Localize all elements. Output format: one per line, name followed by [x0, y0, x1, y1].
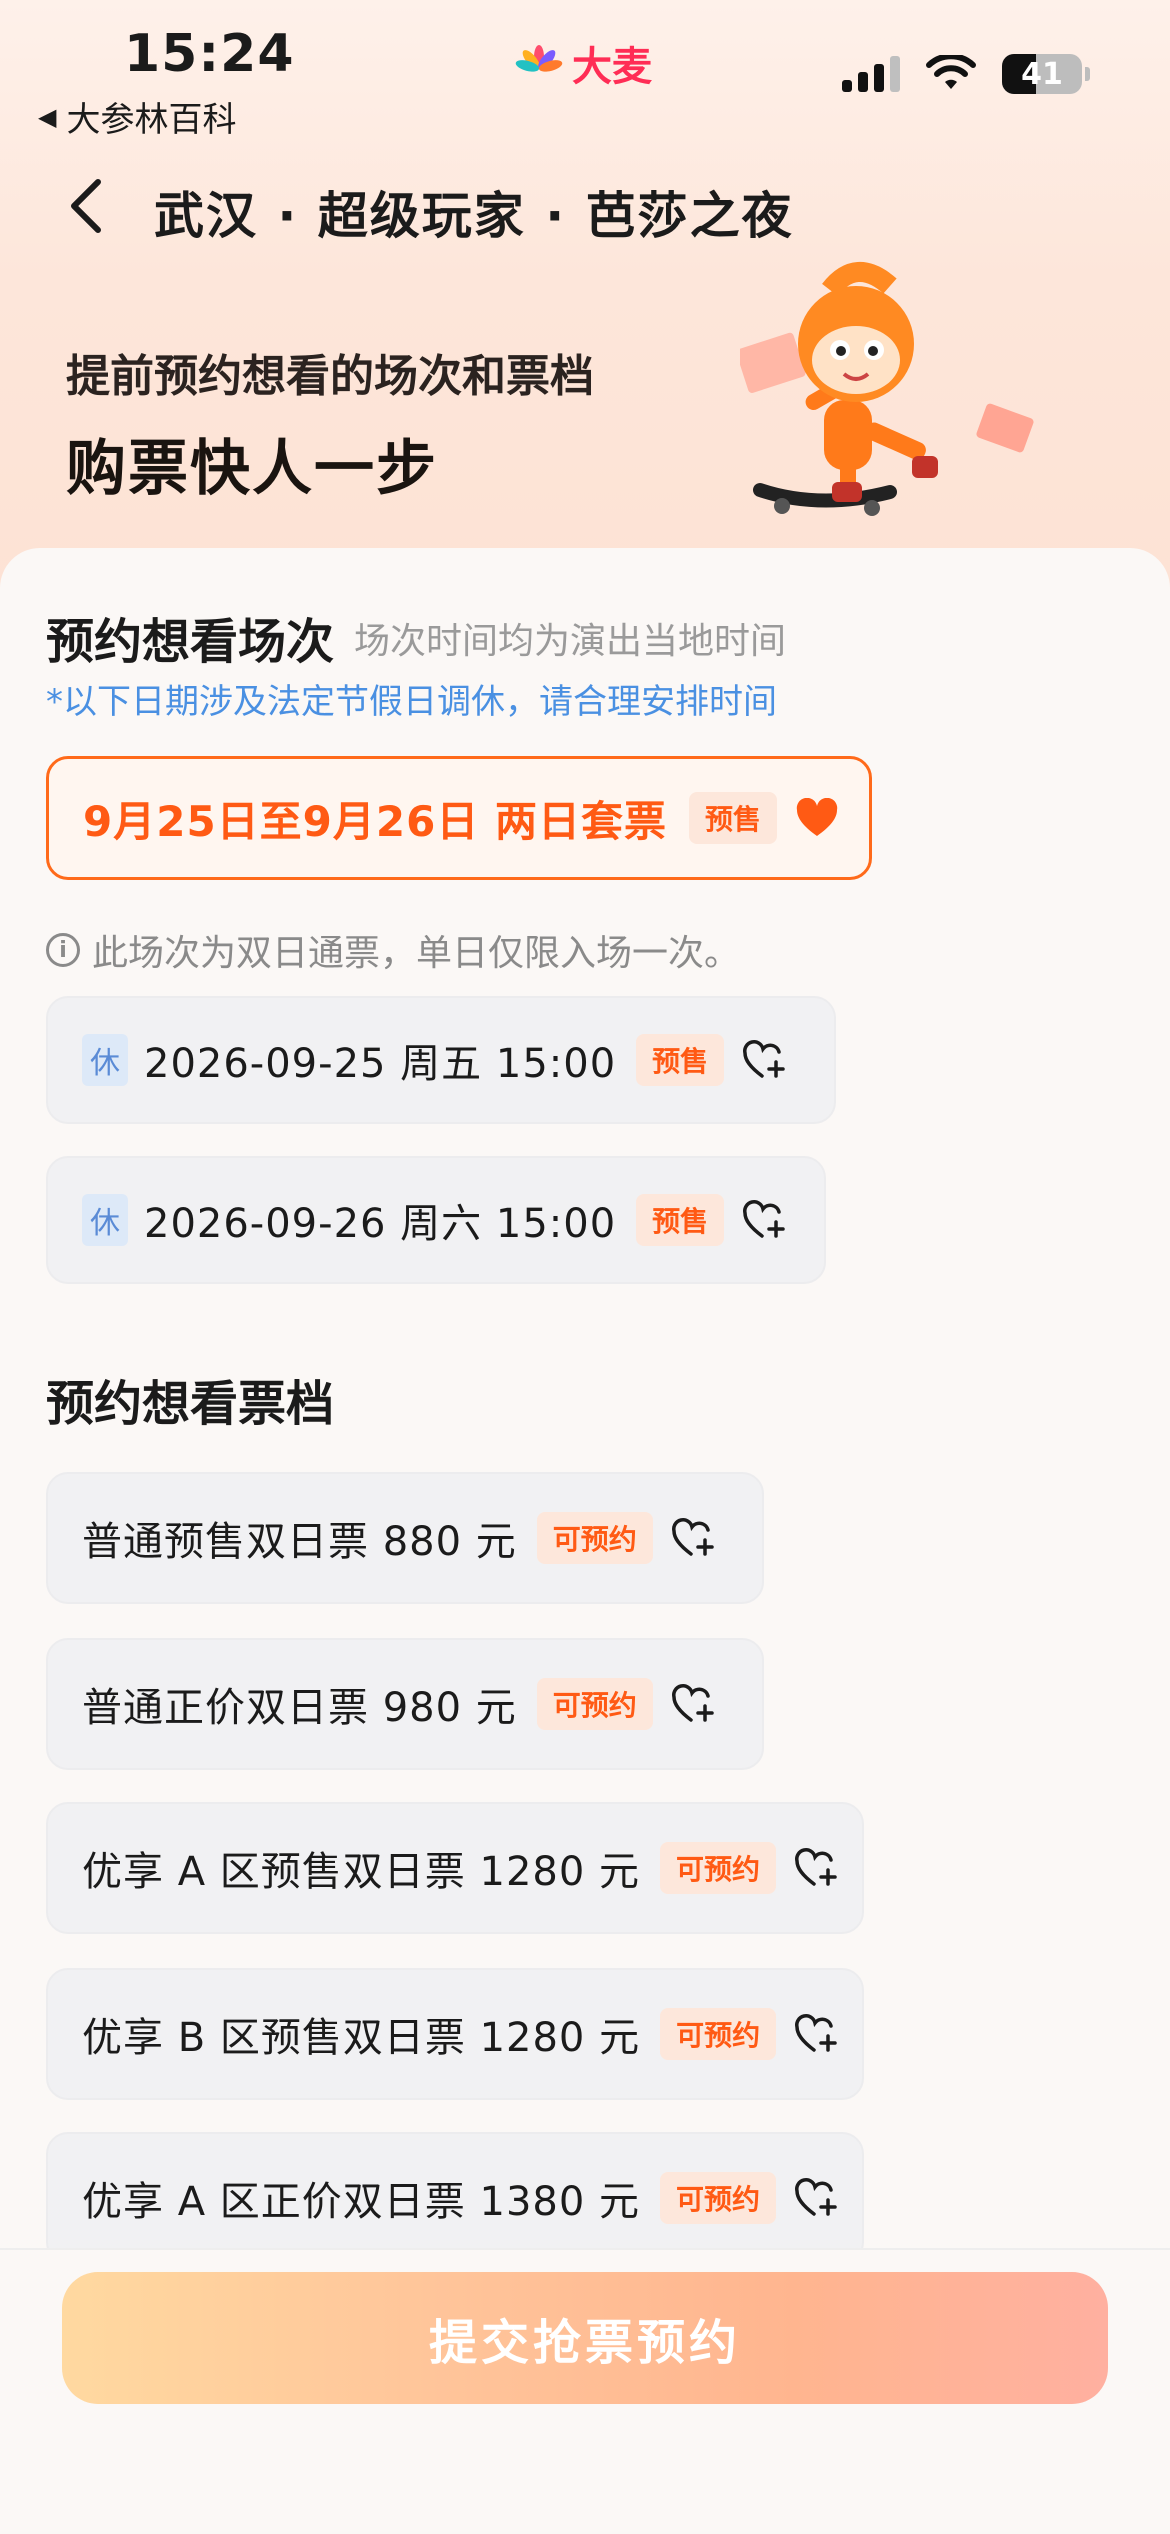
presale-badge: 预售 — [688, 792, 777, 844]
reservable-badge: 可预约 — [536, 1512, 653, 1564]
ticket-label: 普通正价双日票 980 元 — [82, 1685, 517, 1731]
ticket-option[interactable]: 优享 A 区预售双日票 1280 元 可预约 — [46, 1802, 864, 1934]
wifi-icon — [926, 55, 976, 89]
promo-subtitle: 提前预约想看的场次和票档 — [66, 351, 594, 402]
status-indicators: 41 — [842, 54, 1090, 94]
session-option[interactable]: 休 2026-09-25 周五 15:00 预售 — [46, 996, 836, 1124]
presale-badge: 预售 — [636, 1194, 725, 1246]
ticket-option[interactable]: 优享 A 区正价双日票 1380 元 可预约 — [46, 2132, 864, 2264]
heart-plus-icon[interactable] — [742, 1040, 788, 1080]
reservable-badge: 可预约 — [660, 1842, 777, 1894]
battery-level: 41 — [1021, 56, 1063, 92]
back-to-app[interactable]: ◀ 大参林百科 — [38, 92, 236, 141]
status-time: 15:24 — [124, 24, 295, 84]
back-button[interactable] — [56, 176, 116, 236]
reservable-badge: 可预约 — [660, 2008, 777, 2060]
heart-plus-icon[interactable] — [794, 1848, 840, 1888]
page-title: 武汉 · 超级玩家 · 芭莎之夜 — [154, 187, 794, 245]
holiday-note: *以下日期涉及法定节假日调休，请合理安排时间 — [46, 682, 777, 722]
session-section-title: 预约想看场次 — [46, 614, 335, 670]
ticket-label: 优享 A 区正价双日票 1380 元 — [82, 2179, 641, 2225]
heart-plus-icon[interactable] — [794, 2178, 840, 2218]
ticket-option[interactable]: 普通正价双日票 980 元 可预约 — [46, 1638, 764, 1770]
heart-plus-icon[interactable] — [671, 1684, 717, 1724]
ticket-label: 优享 A 区预售双日票 1280 元 — [82, 1849, 641, 1895]
battery-icon: 41 — [1002, 54, 1082, 94]
ticket-option[interactable]: 优享 B 区预售双日票 1280 元 可预约 — [46, 1968, 864, 2100]
info-note-text: 此场次为双日通票，单日仅限入场一次。 — [92, 933, 741, 974]
heart-plus-icon[interactable] — [742, 1200, 788, 1240]
ticket-label: 普通预售双日票 880 元 — [82, 1519, 517, 1565]
brand-name: 大麦 — [572, 44, 652, 90]
presale-badge: 预售 — [636, 1034, 725, 1086]
session-section-subtitle: 场次时间均为演出当地时间 — [354, 621, 787, 662]
promo-headline: 购票快人一步 — [66, 434, 438, 504]
holiday-tag: 休 — [82, 1194, 128, 1246]
chevron-left-icon — [71, 179, 101, 233]
ticket-option[interactable]: 普通预售双日票 880 元 可预约 — [46, 1472, 764, 1604]
info-icon: i — [46, 933, 80, 967]
session-label: 2026-09-25 周五 15:00 — [144, 1041, 617, 1087]
holiday-tag: 休 — [82, 1034, 128, 1086]
heart-filled-icon[interactable] — [795, 798, 839, 838]
heart-plus-icon[interactable] — [794, 2014, 840, 2054]
ticket-label: 优享 B 区预售双日票 1280 元 — [82, 2015, 641, 2061]
heart-plus-icon[interactable] — [671, 1518, 717, 1558]
submit-label: 提交抢票预约 — [428, 2315, 741, 2371]
brand-logo: 大麦 — [514, 34, 652, 92]
reservable-badge: 可预约 — [536, 1678, 653, 1730]
session-option[interactable]: 休 2026-09-26 周六 15:00 预售 — [46, 1156, 826, 1284]
package-label: 9月25日至9月26日 两日套票 — [83, 796, 667, 846]
cellular-signal-icon — [842, 56, 900, 92]
flower-logo-icon — [515, 45, 563, 72]
package-option-selected[interactable]: 9月25日至9月26日 两日套票 预售 — [46, 756, 872, 880]
ticket-section-title: 预约想看票档 — [46, 1376, 335, 1432]
info-note: i 此场次为双日通票，单日仅限入场一次。 — [46, 924, 740, 976]
submit-reservation-button[interactable]: 提交抢票预约 — [62, 2272, 1108, 2404]
back-app-label: 大参林百科 — [66, 100, 237, 140]
reservable-badge: 可预约 — [660, 2172, 777, 2224]
mascot-skateboard-illustration — [740, 261, 1034, 516]
session-label: 2026-09-26 周六 15:00 — [144, 1201, 617, 1247]
back-triangle-icon: ◀ — [38, 102, 57, 131]
